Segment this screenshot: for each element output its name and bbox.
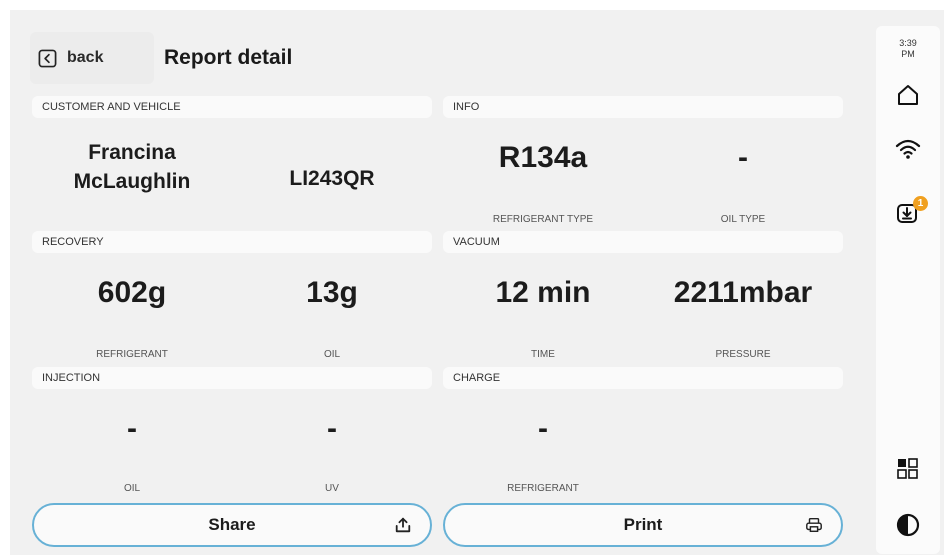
charge-refrigerant-label: REFRIGERANT <box>507 483 579 494</box>
printer-icon <box>806 517 822 533</box>
clock: 3:39 PM <box>876 38 940 60</box>
injection-section: INJECTION - OIL - UV <box>32 367 432 507</box>
share-label: Share <box>208 515 256 534</box>
main-panel: back Report detail CUSTOMER AND VEHICLE … <box>10 10 866 555</box>
app-screen: back Report detail CUSTOMER AND VEHICLE … <box>10 10 944 555</box>
share-button[interactable]: Share <box>32 503 432 547</box>
vacuum-pressure-label: PRESSURE <box>715 349 771 360</box>
back-button[interactable]: back <box>30 32 154 84</box>
section-header-info: INFO <box>443 96 843 118</box>
customer-vehicle-section: CUSTOMER AND VEHICLE Francina McLaughlin… <box>32 96 432 236</box>
wifi-icon[interactable] <box>895 136 921 162</box>
customer-name-first: Francina <box>88 141 176 164</box>
clock-ampm: PM <box>901 49 915 59</box>
print-button[interactable]: Print <box>443 503 843 547</box>
section-header-customer: CUSTOMER AND VEHICLE <box>32 96 432 118</box>
charge-section: CHARGE - REFRIGERANT <box>443 367 843 507</box>
refrigerant-type-label: REFRIGERANT TYPE <box>492 214 594 225</box>
vehicle-plate: LI243QR <box>232 167 432 191</box>
clock-time: 3:39 <box>899 38 917 48</box>
vacuum-section: VACUUM 12 min TIME 2211mbar PRESSURE <box>443 231 843 371</box>
print-label: Print <box>623 515 663 534</box>
recovery-oil-value: 13g <box>306 276 358 309</box>
injection-oil-value: - <box>127 412 137 445</box>
section-header-charge: CHARGE <box>443 367 843 389</box>
section-header-vacuum: VACUUM <box>443 231 843 253</box>
section-header-recovery: RECOVERY <box>32 231 432 253</box>
recovery-refrigerant-label: REFRIGERANT <box>96 349 168 360</box>
vacuum-time-label: TIME <box>531 349 555 360</box>
oil-type-value: - <box>738 141 748 174</box>
share-upload-icon <box>395 517 411 533</box>
customer-name: Francina McLaughlin <box>32 138 232 196</box>
refrigerant-type: R134a <box>443 141 643 175</box>
recovery-oil-label: OIL <box>323 349 341 360</box>
recovery-refrigerant-value: 602g <box>97 276 167 309</box>
injection-oil-label: OIL <box>123 483 141 494</box>
vacuum-time-value: 12 min <box>495 276 591 309</box>
recovery-section: RECOVERY 602g REFRIGERANT 13g OIL <box>32 231 432 371</box>
vehicle-plate-value: LI243QR <box>289 167 375 190</box>
page-title: Report detail <box>164 46 293 69</box>
download-badge: 1 <box>913 196 928 211</box>
info-section: INFO R134a REFRIGERANT TYPE - OIL TYPE <box>443 96 843 236</box>
customer-name-last: McLaughlin <box>73 170 191 193</box>
refrigerant-type-value: R134a <box>498 141 588 174</box>
contrast-icon[interactable] <box>895 512 921 538</box>
injection-uv-label: UV <box>325 483 339 494</box>
back-label: back <box>67 49 104 66</box>
section-header-injection: INJECTION <box>32 367 432 389</box>
oil-type: - <box>643 141 843 175</box>
vacuum-pressure-value: 2211mbar <box>673 276 813 309</box>
injection-uv-value: - <box>327 412 337 445</box>
system-sidebar: 3:39 PM 1 <box>876 26 940 554</box>
chevron-left-box-icon <box>38 49 57 67</box>
oil-type-label: OIL TYPE <box>720 214 766 225</box>
apps-grid-icon[interactable] <box>895 456 921 482</box>
home-icon[interactable] <box>895 82 921 108</box>
charge-refrigerant-value: - <box>538 412 548 445</box>
